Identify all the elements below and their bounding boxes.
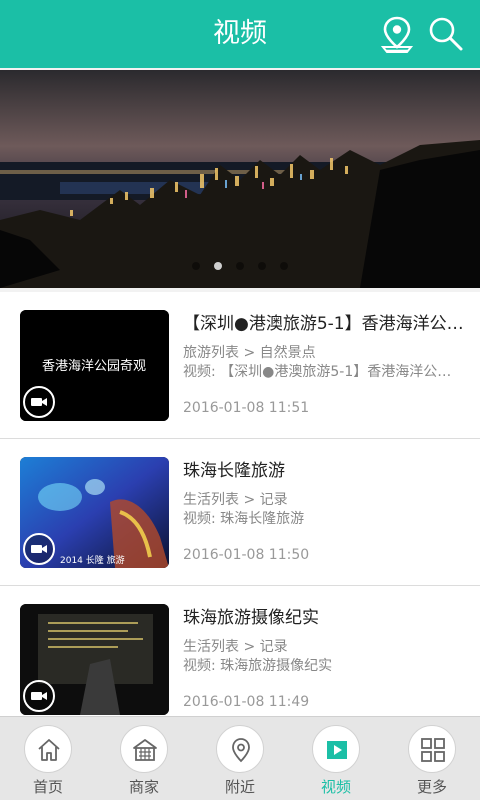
tab-store[interactable]: 商家 <box>96 717 192 800</box>
video-title: 珠海长隆旅游 <box>183 461 285 481</box>
list-item[interactable]: 香港海洋公园奇观 【深圳●港澳旅游5-1】香港海洋公园奇观 旅游列表 > 自然景… <box>0 292 480 439</box>
carousel-dot[interactable] <box>280 262 288 270</box>
video-camera-icon <box>23 533 55 565</box>
carousel-indicator <box>0 255 480 274</box>
top-bar: 视频 <box>0 0 480 68</box>
video-thumbnail[interactable]: 2014 长隆 旅游 <box>20 457 169 568</box>
video-date: 2016-01-08 11:49 <box>183 694 310 710</box>
location-pin-icon[interactable] <box>377 14 417 54</box>
tab-more[interactable]: 更多 <box>384 717 480 800</box>
tab-label: 视频 <box>320 778 351 796</box>
grid-icon <box>408 725 456 773</box>
thumb-caption: 2014 长隆 旅游 <box>60 554 125 566</box>
video-date: 2016-01-08 11:51 <box>183 400 310 416</box>
tab-nearby[interactable]: 附近 <box>192 717 288 800</box>
store-icon <box>120 725 168 773</box>
carousel-dot[interactable] <box>258 262 266 270</box>
tab-home[interactable]: 首页 <box>0 717 96 800</box>
list-item[interactable]: 珠海旅游摄像纪实 生活列表 > 记录 视频: 珠海旅游摄像纪实 2016-01-… <box>0 586 480 733</box>
video-camera-icon <box>23 386 55 418</box>
tab-label: 附近 <box>224 778 255 796</box>
bottom-tab-bar: 首页 商家 附近 视频 更多 <box>0 716 480 800</box>
search-icon[interactable] <box>426 14 466 54</box>
video-subtitle: 视频: 珠海长隆旅游 <box>183 511 305 527</box>
location-pin-icon <box>216 725 264 773</box>
thumb-caption: 香港海洋公园奇观 <box>42 358 146 374</box>
video-category: 生活列表 > 记录 <box>183 492 288 508</box>
carousel-dot-active[interactable] <box>214 262 222 270</box>
tab-label: 更多 <box>416 778 447 796</box>
video-category: 旅游列表 > 自然景点 <box>183 345 316 361</box>
list-item[interactable]: 2014 长隆 旅游 珠海长隆旅游 生活列表 > 记录 视频: 珠海长隆旅游 2… <box>0 439 480 586</box>
home-icon <box>24 725 72 773</box>
video-category: 生活列表 > 记录 <box>183 639 288 655</box>
video-subtitle: 视频: 珠海旅游摄像纪实 <box>183 658 333 674</box>
tab-label: 首页 <box>32 778 63 796</box>
tab-label: 商家 <box>128 778 159 796</box>
video-date: 2016-01-08 11:50 <box>183 547 310 563</box>
video-thumbnail[interactable]: 香港海洋公园奇观 <box>20 310 169 421</box>
video-list: 香港海洋公园奇观 【深圳●港澳旅游5-1】香港海洋公园奇观 旅游列表 > 自然景… <box>0 292 480 733</box>
video-title: 珠海旅游摄像纪实 <box>183 608 319 628</box>
video-thumbnail[interactable] <box>20 604 169 715</box>
video-title: 【深圳●港澳旅游5-1】香港海洋公园奇观 <box>183 314 464 334</box>
carousel-dot[interactable] <box>192 262 200 270</box>
video-subtitle: 视频: 【深圳●港澳旅游5-1】香港海洋公园奇观 <box>183 364 464 380</box>
banner-carousel[interactable] <box>0 70 480 288</box>
tab-video[interactable]: 视频 <box>288 717 384 800</box>
carousel-dot[interactable] <box>236 262 244 270</box>
video-play-icon <box>312 725 360 773</box>
video-camera-icon <box>23 680 55 712</box>
